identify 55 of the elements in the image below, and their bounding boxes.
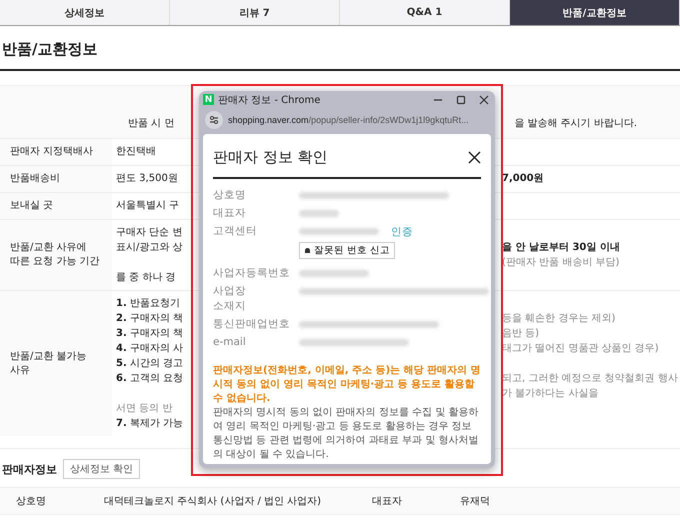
row-value: 을 안 날로부터 30일 이내 <box>502 241 620 255</box>
notice-text: 판매자의 명시적 동의 없이 판매자의 정보를 수집 및 활용하여 영리 목적인 마케팅·광고 등 용도로 활용하는 경우 정보통신망법 등 관련 법령에 의거하여 과태료 부과 및 형사처벌의 대상이 될 수 있습니다. <box>213 406 480 462</box>
row-label: 상호명 <box>15 495 47 508</box>
detail-button[interactable]: 상세정보 확인 <box>63 459 140 479</box>
row-value: 1. 반품요청기 <box>116 297 181 311</box>
row-label: 반품/교환 불가능 사유 <box>10 350 88 378</box>
close-icon[interactable] <box>468 151 481 164</box>
row-note: 등을 훼손한 경우는 제외) <box>502 312 616 326</box>
row-value: 대덕테크놀로지 주식회사 (사업자 / 법인 사업자) <box>104 495 322 508</box>
row-label: 대표자 <box>371 495 403 508</box>
logo-icon: N <box>203 94 214 105</box>
notice-text: 을 발송해 주시기 바랍니다. <box>514 117 638 130</box>
row-value: 5. 시간의 경고 <box>116 357 184 371</box>
row-label: 보내실 곳 <box>10 199 54 213</box>
row-value: 구매자 단순 변 <box>116 226 184 240</box>
field-label: 사업자등록번호 <box>213 266 291 281</box>
row-note: 음반 등) <box>502 327 540 341</box>
row-value: 한진택배 <box>116 145 157 159</box>
row-value: 서울특별시 구 <box>116 199 180 213</box>
field-label: 통신판매업번호 <box>213 317 291 332</box>
row-value: 7. 복제가 가능 <box>116 417 184 431</box>
field-label: 사업장 소재지 <box>213 284 247 314</box>
maximize-icon[interactable] <box>456 94 466 104</box>
url-text[interactable]: shopping.naver.com/popup/seller-info/2sWDw1j1l9gkqtuRt... <box>228 115 469 125</box>
field-label: 대표자 <box>213 206 247 221</box>
notice-text: 반품 시 먼 <box>128 117 174 130</box>
row-value: 표시/광고와 상 <box>116 241 184 255</box>
site-settings-icon[interactable] <box>205 111 223 129</box>
row-value: 편도 3,500원 <box>116 172 179 186</box>
row-note: 되고, 그러한 예정으로 청약철회권 행사가 불가하다는 사실을 <box>502 372 679 401</box>
row-value: 4. 구매자의 사 <box>116 342 184 356</box>
row-label: 판매자 지정택배사 <box>10 145 94 159</box>
row-label: 반품/교환 사유에 따른 요청 가능 기간 <box>10 241 101 269</box>
tab[interactable]: 상세정보 <box>0 0 170 25</box>
tab[interactable]: 반품/교환정보 <box>510 0 680 25</box>
window-title: 판매자 정보 - Chrome <box>218 94 322 106</box>
row-value: 유재덕 <box>460 495 490 508</box>
close-icon[interactable] <box>479 94 489 104</box>
section-title: 판매자정보 <box>2 462 57 476</box>
field-label: e-mail <box>213 335 247 350</box>
tab[interactable]: 리뷰 7 <box>170 0 340 25</box>
row-value: 7,000원 <box>502 172 544 186</box>
dialog-title: 판매자 정보 확인 <box>213 148 328 167</box>
row-value: 를 중 하나 경 <box>116 271 177 285</box>
report-button[interactable]: 잘못된 번호 신고 <box>299 242 396 259</box>
field-label: 상호명 <box>213 188 247 203</box>
field-label: 고객센터 <box>213 224 258 239</box>
row-value: 서면 등의 반 <box>116 402 174 416</box>
section-title: 반품/교환정보 <box>0 40 680 71</box>
row-value: 6. 고객의 요청 <box>116 372 184 386</box>
row-note: (판매자 반품 배송비 부담) <box>502 256 620 270</box>
row-value: 3. 구매자의 책 <box>116 327 184 341</box>
row-label: 반품배송비 <box>10 172 60 186</box>
warning-text: 판매자정보(전화번호, 이메일, 주소 등)는 해당 판매자의 명시적 동의 없이 영리 목적인 마케팅·광고 등 용도로 활용할 수 없습니다. <box>213 364 481 406</box>
row-value: 2. 구매자의 책 <box>116 312 184 326</box>
